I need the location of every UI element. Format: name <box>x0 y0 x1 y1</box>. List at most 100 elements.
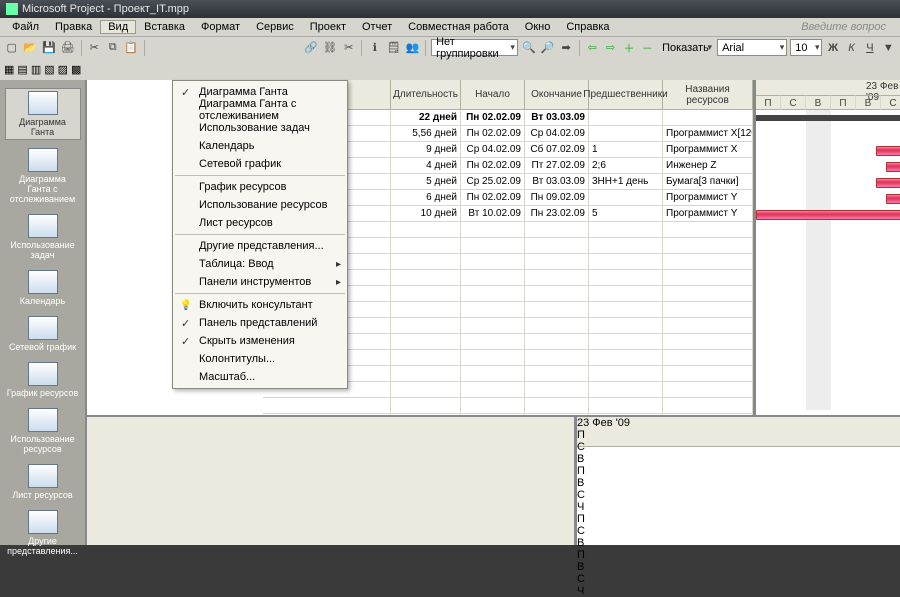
view1-icon[interactable]: ▦ <box>4 63 14 76</box>
note-icon[interactable]: 🗒 <box>386 39 402 57</box>
cell[interactable] <box>589 350 663 365</box>
summary-bar[interactable] <box>756 115 900 121</box>
cut-icon[interactable]: ✂ <box>87 39 102 57</box>
cell[interactable] <box>391 366 461 381</box>
cell[interactable]: Пн 02.02.09 <box>461 158 525 173</box>
column-header[interactable]: Окончание <box>525 80 589 109</box>
cell[interactable] <box>589 110 663 125</box>
cell[interactable] <box>663 350 753 365</box>
ask-question-box[interactable]: Введите вопрос <box>801 21 896 33</box>
menu-item[interactable]: Использование задач <box>173 119 347 137</box>
cell[interactable]: 2;6 <box>589 158 663 173</box>
viewbar-item[interactable]: Календарь <box>5 268 81 308</box>
cell[interactable]: Программист X <box>663 142 753 157</box>
cell[interactable] <box>391 318 461 333</box>
menu-item[interactable]: Скрыть изменения <box>173 332 347 350</box>
cell[interactable] <box>589 238 663 253</box>
cell[interactable] <box>391 398 461 413</box>
view2-icon[interactable]: ▤ <box>17 63 27 76</box>
cell[interactable] <box>391 286 461 301</box>
cell[interactable]: Ср 04.02.09 <box>461 142 525 157</box>
cell[interactable] <box>391 334 461 349</box>
save-icon[interactable]: 💾 <box>41 39 57 57</box>
cell[interactable] <box>461 382 525 397</box>
new-icon[interactable]: ▢ <box>4 39 19 57</box>
cell[interactable] <box>525 382 589 397</box>
cell[interactable]: 3НН+1 день <box>589 174 663 189</box>
cell[interactable] <box>663 254 753 269</box>
menu-item[interactable]: Использование ресурсов <box>173 196 347 214</box>
cell[interactable]: 6 дней <box>391 190 461 205</box>
menu-проект[interactable]: Проект <box>302 20 354 34</box>
viewbar-item[interactable]: Лист ресурсов <box>5 462 81 502</box>
cell[interactable] <box>589 302 663 317</box>
cell[interactable] <box>589 190 663 205</box>
menu-правка[interactable]: Правка <box>47 20 100 34</box>
cell[interactable] <box>589 318 663 333</box>
cell[interactable] <box>663 270 753 285</box>
viewbar-item[interactable]: Другие представления... <box>5 508 81 558</box>
indent-icon[interactable]: ⇨ <box>603 39 618 57</box>
zoom-out-icon[interactable]: 🔍 <box>521 39 537 57</box>
menu-item[interactable]: 💡Включить консультант <box>173 296 347 314</box>
menu-item[interactable]: Другие представления... <box>173 237 347 255</box>
goto-icon[interactable]: ➡ <box>558 39 573 57</box>
view3-icon[interactable]: ▥ <box>31 63 41 76</box>
unlink-icon[interactable]: ⛓ <box>322 39 338 57</box>
viewbar-item[interactable]: Использование задач <box>5 212 81 262</box>
cell[interactable] <box>461 334 525 349</box>
menu-item[interactable]: Календарь <box>173 137 347 155</box>
cell[interactable] <box>663 110 753 125</box>
cell[interactable] <box>525 318 589 333</box>
cell[interactable] <box>589 366 663 381</box>
cell[interactable] <box>525 238 589 253</box>
cell[interactable] <box>391 270 461 285</box>
menu-файл[interactable]: Файл <box>4 20 47 34</box>
cell[interactable]: Бумага[3 пачки] <box>663 174 753 189</box>
cell[interactable] <box>589 222 663 237</box>
cell[interactable]: Пн 23.02.09 <box>525 206 589 221</box>
viewbar-item[interactable]: Сетевой график <box>5 314 81 354</box>
cell[interactable] <box>391 302 461 317</box>
cell[interactable] <box>525 366 589 381</box>
cell[interactable] <box>461 254 525 269</box>
cell[interactable] <box>525 270 589 285</box>
menu-item[interactable]: Сетевой график <box>173 155 347 173</box>
menu-вид[interactable]: Вид <box>100 20 136 34</box>
cell[interactable]: 5,56 дней <box>391 126 461 141</box>
cell[interactable]: Программист X[120%] <box>663 126 753 141</box>
menu-item[interactable]: Масштаб... <box>173 368 347 386</box>
cell[interactable]: 22 дней <box>391 110 461 125</box>
menu-совместная работа[interactable]: Совместная работа <box>400 20 517 34</box>
link-icon[interactable]: 🔗 <box>303 39 319 57</box>
menu-item[interactable]: График ресурсов <box>173 178 347 196</box>
cell[interactable] <box>461 286 525 301</box>
cell[interactable] <box>663 238 753 253</box>
view5-icon[interactable]: ▨ <box>58 63 68 76</box>
cell[interactable] <box>525 286 589 301</box>
task-bar[interactable] <box>886 162 900 172</box>
menu-отчет[interactable]: Отчет <box>354 20 400 34</box>
cell[interactable]: Сб 07.02.09 <box>525 142 589 157</box>
cell[interactable] <box>461 318 525 333</box>
menu-справка[interactable]: Справка <box>558 20 617 34</box>
viewbar-item[interactable]: Диаграмма Ганта <box>5 88 81 140</box>
cell[interactable]: Программист Y <box>663 206 753 221</box>
italic-button[interactable]: К <box>844 39 859 57</box>
fontsize-combo[interactable]: 10 <box>790 39 822 56</box>
cell[interactable] <box>525 254 589 269</box>
cell[interactable] <box>391 382 461 397</box>
cell[interactable]: 5 дней <box>391 174 461 189</box>
cell[interactable] <box>663 334 753 349</box>
cell[interactable] <box>663 366 753 381</box>
cell[interactable] <box>263 398 391 413</box>
cell[interactable] <box>461 350 525 365</box>
cell[interactable] <box>663 318 753 333</box>
cell[interactable]: Пн 09.02.09 <box>525 190 589 205</box>
cell[interactable] <box>525 222 589 237</box>
cell[interactable]: Ср 04.02.09 <box>525 126 589 141</box>
column-header[interactable]: Длительность <box>391 80 461 109</box>
column-header[interactable]: Названия ресурсов <box>663 80 753 109</box>
menu-формат[interactable]: Формат <box>193 20 248 34</box>
cell[interactable] <box>663 286 753 301</box>
